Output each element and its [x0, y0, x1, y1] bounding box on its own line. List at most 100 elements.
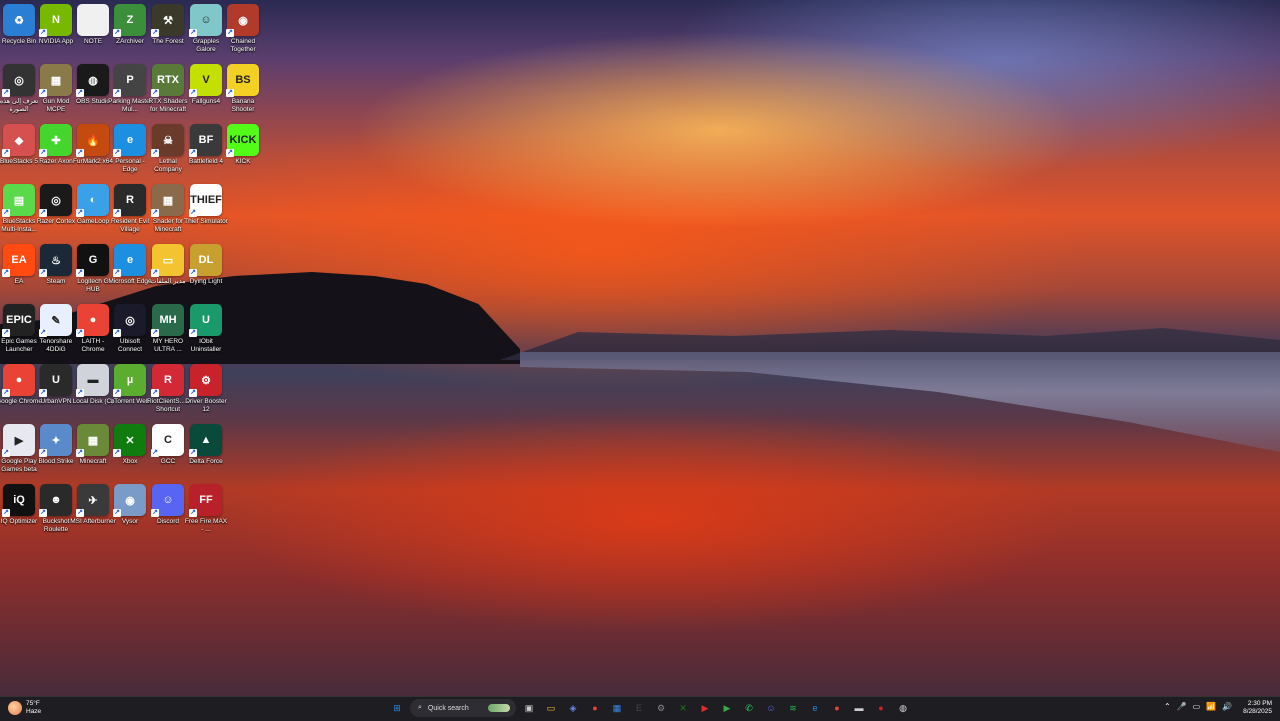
- desktop-shortcut[interactable]: ◎ ↗ Ubisoft Connect: [111, 304, 149, 353]
- document-icon: [77, 4, 109, 36]
- battery-icon[interactable]: ▭: [1193, 702, 1201, 711]
- edge-taskbar-icon[interactable]: e: [806, 699, 824, 717]
- desktop-shortcut[interactable]: C ↗ GCC: [149, 424, 187, 466]
- desktop-shortcut[interactable]: P ↗ Parking Master Mul...: [108, 64, 152, 113]
- desktop-shortcut[interactable]: e ↗ Microsoft Edge: [108, 244, 152, 286]
- desktop-shortcut[interactable]: ▦ ↗ Shader for Minecraft: [149, 184, 187, 233]
- desktop-shortcut[interactable]: R ↗ Resident Evil Village: [111, 184, 149, 233]
- shortcut-arrow-icon: ↗: [39, 89, 47, 97]
- desktop-shortcut[interactable]: U ↗ IObit Uninstaller: [187, 304, 225, 353]
- chrome-taskbar-icon[interactable]: ●: [586, 699, 604, 717]
- keyboard-taskbar-icon[interactable]: ▬: [850, 699, 868, 717]
- zarchiver-icon: Z ↗: [113, 4, 146, 37]
- icon-glyph: ✦: [51, 434, 61, 447]
- desktop-shortcut[interactable]: ▶ ↗ Google Play Games beta: [0, 424, 38, 473]
- blood-strike-icon: ✦ ↗: [39, 424, 72, 457]
- desktop-shortcut[interactable]: MH ↗ MY HERO ULTRA ...: [149, 304, 187, 353]
- icon-glyph: ▬: [87, 374, 99, 386]
- chrome-profile-icon: ● ↗: [76, 304, 109, 337]
- desktop-shortcut[interactable]: G ↗ Logitech G HUB: [74, 244, 112, 293]
- whatsapp-icon[interactable]: ✆: [740, 699, 758, 717]
- store-icon[interactable]: ▦: [608, 699, 626, 717]
- record-icon[interactable]: ●: [872, 699, 890, 717]
- kick-icon: KICK ↗: [226, 124, 259, 157]
- resident-evil-icon: R ↗: [113, 184, 146, 217]
- shortcut-arrow-icon: ↗: [76, 329, 84, 337]
- my-hero-icon: MH ↗: [151, 304, 184, 337]
- desktop-shortcut-label: Driver Booster 12: [185, 398, 227, 413]
- shortcut-arrow-icon: ↗: [39, 29, 47, 37]
- icon-glyph: ◎: [14, 74, 24, 87]
- desktop-shortcut[interactable]: ◉ ↗ Chained Together: [224, 4, 262, 53]
- desktop-shortcut[interactable]: ◉ ↗ Vysor: [111, 484, 149, 526]
- desktop-shortcut[interactable]: ✕ ↗ Xbox: [111, 424, 149, 466]
- icon-glyph: ▦: [162, 194, 174, 207]
- rtx-shaders-icon: RTX ↗: [151, 64, 184, 97]
- icon-glyph: EPIC: [6, 314, 32, 326]
- desktop-shortcut[interactable]: FF ↗ Free Fire MAX - ...: [185, 484, 227, 533]
- clock[interactable]: 2:30 PM 8/28/2025: [1240, 700, 1272, 716]
- quick-search-box[interactable]: ⌕ Quick search: [410, 699, 516, 717]
- settings-taskbar-icon[interactable]: ⚙: [652, 699, 670, 717]
- desktop-shortcut[interactable]: BS ↗ Banana Shooter: [224, 64, 262, 113]
- file-explorer-icon[interactable]: ▭: [542, 699, 560, 717]
- xbox-taskbar-icon[interactable]: ✕: [674, 699, 692, 717]
- shortcut-arrow-icon: ↗: [189, 149, 197, 157]
- play-taskbar-icon[interactable]: ▶: [718, 699, 736, 717]
- icon-glyph: ✕: [125, 434, 135, 447]
- desktop-shortcut[interactable]: RTX ↗ RTX Shaders for Minecraft: [149, 64, 187, 113]
- chrome-profile-taskbar-icon[interactable]: ●: [828, 699, 846, 717]
- epic-games-icon: EPIC ↗: [2, 304, 35, 337]
- desktop-shortcut[interactable]: ▲ ↗ Delta Force: [187, 424, 225, 466]
- icon-glyph: ✚: [51, 134, 61, 147]
- tenorshare-icon: ✎ ↗: [39, 304, 72, 337]
- task-view-icon[interactable]: ▣: [520, 699, 538, 717]
- microphone-icon[interactable]: 🎤: [1177, 702, 1187, 711]
- logitech-ghub-icon: G ↗: [76, 244, 109, 277]
- desktop-shortcut[interactable]: ▤ ↗ BlueStacks Multi-Insta...: [0, 184, 38, 233]
- desktop-shortcut[interactable]: e ↗ Personal - Edge: [111, 124, 149, 173]
- shortcut-arrow-icon: ↗: [189, 269, 197, 277]
- shortcut-arrow-icon: ↗: [113, 149, 121, 157]
- desktop-shortcut[interactable]: KICK ↗ KICK: [224, 124, 262, 166]
- shortcut-arrow-icon: ↗: [2, 509, 10, 517]
- start-button[interactable]: ⊞: [388, 699, 406, 717]
- desktop-shortcut[interactable]: R ↗ RiotClientS... - Shortcut: [147, 364, 189, 413]
- desktop-shortcut[interactable]: Z ↗ ZArchiver: [111, 4, 149, 46]
- shortcut-arrow-icon: ↗: [151, 29, 159, 37]
- icon-glyph: U: [52, 374, 60, 386]
- ubisoft-icon: ◎ ↗: [113, 304, 146, 337]
- youtube-icon[interactable]: ▶: [696, 699, 714, 717]
- vysor-icon: ◉ ↗: [113, 484, 146, 517]
- clock-date: 8/28/2025: [1243, 708, 1272, 715]
- desktop-shortcut[interactable]: ☻ ↗ Buckshot Roulette: [37, 484, 75, 533]
- weather-widget[interactable]: 75°F Haze: [8, 700, 41, 716]
- desktop-shortcut[interactable]: ⚙ ↗ Driver Booster 12: [185, 364, 227, 413]
- shortcut-arrow-icon: ↗: [113, 329, 121, 337]
- icon-glyph: ◍: [88, 74, 98, 87]
- desktop-shortcut[interactable]: ☺ ↗ Discord: [149, 484, 187, 526]
- desktop-shortcut[interactable]: THIEF ↗ Thief Simulator: [184, 184, 228, 226]
- desktop-shortcut[interactable]: ☠ ↗ Lethal Company: [149, 124, 187, 173]
- show-hidden-icons[interactable]: ⌃: [1164, 702, 1171, 711]
- desktop-shortcut[interactable]: ⚒ ↗ The Forest: [149, 4, 187, 46]
- shortcut-arrow-icon: ↗: [189, 389, 197, 397]
- volume-icon[interactable]: 🔊: [1222, 702, 1232, 711]
- obs-taskbar-icon[interactable]: ◍: [894, 699, 912, 717]
- desktop-shortcut[interactable]: ▦ ↗ Gun Mod MCPE: [37, 64, 75, 113]
- discord-taskbar-icon[interactable]: ☺: [762, 699, 780, 717]
- epic-taskbar-icon[interactable]: E: [630, 699, 648, 717]
- spotify-icon[interactable]: ≋: [784, 699, 802, 717]
- edge-icon: e ↗: [113, 244, 146, 277]
- copilot-icon[interactable]: ◈: [564, 699, 582, 717]
- icon-glyph: ⚙: [201, 374, 211, 387]
- desktop-shortcut[interactable]: DL ↗ Dying Light: [187, 244, 225, 286]
- desktop-shortcut[interactable]: ▭ ↗ مدير الملفات: [149, 244, 187, 286]
- icon-glyph: ●: [15, 374, 23, 386]
- shortcut-arrow-icon: ↗: [189, 89, 197, 97]
- desktop-shortcut-label: Chained Together: [230, 38, 256, 53]
- icon-glyph: ◆: [14, 134, 24, 147]
- icon-glyph: ◉: [125, 494, 135, 507]
- desktop-shortcut[interactable]: µ ↗ uTorrent Web: [111, 364, 149, 406]
- wifi-icon[interactable]: 📶: [1206, 702, 1216, 711]
